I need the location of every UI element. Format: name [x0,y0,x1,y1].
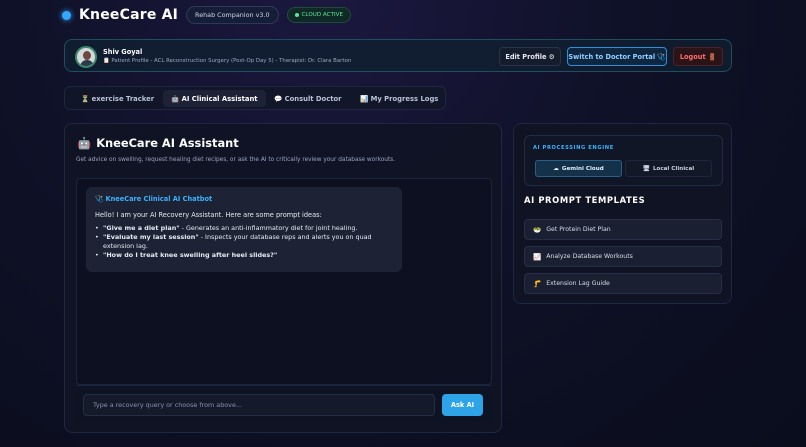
profile-card: Shiv Goyal 📋 Patient Profile - ACL Recon… [64,39,732,72]
logout-button[interactable]: Logout 🚪 [673,47,723,66]
avatar [75,46,97,68]
engine-selector: AI PROCESSING ENGINE ☁ Gemini Cloud 🖥 Loca… [524,135,723,186]
page-title-text: KneeCare AI Assistant [96,136,239,150]
tab-label: Consult Doctor [284,94,342,103]
prompt-idea-item: "Give me a diet plan" - Generates an ant… [95,224,393,233]
tab-ai-clinical-assistant[interactable]: 🤖 AI Clinical Assistant [163,90,266,107]
salad-icon: 🥗 [533,225,542,234]
tab-bar: ⏳ exercise Tracker 🤖 AI Clinical Assista… [64,86,446,110]
engine-option-label: Local Clinical [652,165,695,172]
template-protein-diet[interactable]: 🥗 Get Protein Diet Plan [524,219,722,240]
template-label: Extension Lag Guide [546,280,610,287]
profile-subtitle: 📋 Patient Profile - ACL Reconstruction S… [103,58,352,64]
template-analyze-workouts[interactable]: 📈 Analyze Database Workouts [524,246,722,267]
query-input[interactable] [83,394,435,416]
prompt-idea-bold: "How do I treat knee swelling after heel… [103,251,278,260]
bot-intro: Hello! I am your AI Recovery Assistant. … [95,211,322,219]
prompt-idea-bold: "Give me a diet plan" [103,224,180,232]
leg-icon: 🦵 [533,279,542,288]
hourglass-icon: ⏳ [81,94,90,103]
brand-title: KneeCare AI [79,7,179,23]
prompt-idea-text: - Generates an anti-inflammatory diet fo… [179,224,358,232]
status-dot-icon [294,12,299,17]
prompt-idea-item: "How do I treat knee swelling after heel… [95,251,393,260]
side-panel: AI PROCESSING ENGINE ☁ Gemini Cloud 🖥 Loca… [513,123,732,304]
robot-icon: 🤖 [77,136,92,150]
brand-dot-icon [62,10,71,20]
prompt-idea-bold: "Evaluate my last session" [103,233,199,242]
tab-label: My Progress Logs [370,94,439,103]
robot-icon: 🤖 [171,94,180,103]
doctor-portal-button[interactable]: Switch to Doctor Portal 🩺 [567,47,667,66]
chat-history[interactable]: 🩺 KneeCare Clinical AI Chatbot Hello! I … [76,178,492,385]
ask-ai-button[interactable]: Ask AI [442,394,483,416]
status-badge: CLOUD ACTIVE [286,7,351,23]
engine-option-gemini-cloud[interactable]: ☁ Gemini Cloud [535,160,622,177]
computer-icon: 🖥 [642,165,650,172]
template-label: Analyze Database Workouts [546,253,633,260]
chart-icon: 📈 [533,252,542,261]
cloud-icon: ☁ [553,165,559,172]
tab-label: AI Clinical Assistant [181,94,258,103]
status-badge-label: CLOUD ACTIVE [301,12,343,18]
tab-progress-logs[interactable]: 📊 My Progress Logs [352,90,446,107]
query-input-row: Ask AI [76,385,492,421]
top-bar: KneeCare AI Rehab Companion v3.0 CLOUD A… [62,5,351,25]
page-subtitle: Get advice on swelling, request healing … [76,157,396,163]
tab-label: exercise Tracker [91,94,155,103]
engine-label: AI PROCESSING ENGINE [533,145,614,151]
tab-consult-doctor[interactable]: 💬 Consult Doctor [266,90,350,107]
assistant-panel: 🤖 KneeCare AI Assistant Get advice on sw… [64,123,502,433]
templates-title: AI PROMPT TEMPLATES [524,195,646,205]
engine-option-local-clinical[interactable]: 🖥 Local Clinical [625,160,712,177]
bot-title: 🩺 KneeCare Clinical AI Chatbot [95,195,213,203]
template-extension-lag[interactable]: 🦵 Extension Lag Guide [524,273,722,294]
prompt-idea-item: "Evaluate my last session" - Inspects yo… [95,233,393,251]
version-badge: Rehab Companion v3.0 [186,6,279,24]
chat-icon: 💬 [274,94,283,103]
profile-name: Shiv Goyal [103,48,143,56]
page-title: 🤖 KneeCare AI Assistant [77,136,239,150]
edit-profile-button[interactable]: Edit Profile ⚙ [499,47,561,66]
template-label: Get Protein Diet Plan [546,226,611,233]
tab-exercise-tracker[interactable]: ⏳ exercise Tracker [73,90,162,107]
chart-icon: 📊 [360,94,369,103]
engine-option-label: Gemini Cloud [561,165,604,172]
bot-message: 🩺 KneeCare Clinical AI Chatbot Hello! I … [86,187,402,272]
